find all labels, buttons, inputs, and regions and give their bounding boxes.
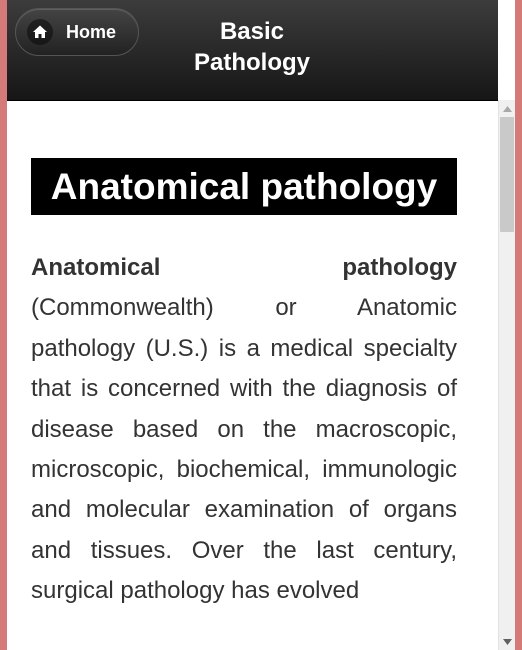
vertical-scrollbar[interactable] [498,100,515,650]
article-paragraph: Anatomical pathology (Commonwealth) or A… [31,248,457,612]
content-area: Anatomical pathology Anatomical patholog… [7,101,482,650]
scrollbar-thumb[interactable] [500,117,514,232]
scroll-up-arrow-icon[interactable] [499,100,515,117]
header-bar: Home Basic Pathology [7,0,498,101]
scroll-down-arrow-icon[interactable] [499,633,515,650]
page-title: Basic Pathology [167,16,337,78]
paragraph-text: (Commonwealth) or Anatomic pathology (U.… [31,294,457,605]
paragraph-bold-term: Anatomical pathology [31,254,457,281]
page-title-line1: Basic [219,18,285,45]
home-icon [27,19,53,45]
page-title-line2: Pathology [193,49,310,76]
home-button[interactable]: Home [15,8,139,56]
app-window: Home Basic Pathology Anatomical patholog… [7,0,515,650]
article-heading: Anatomical pathology [31,158,457,215]
home-button-label: Home [66,21,117,42]
